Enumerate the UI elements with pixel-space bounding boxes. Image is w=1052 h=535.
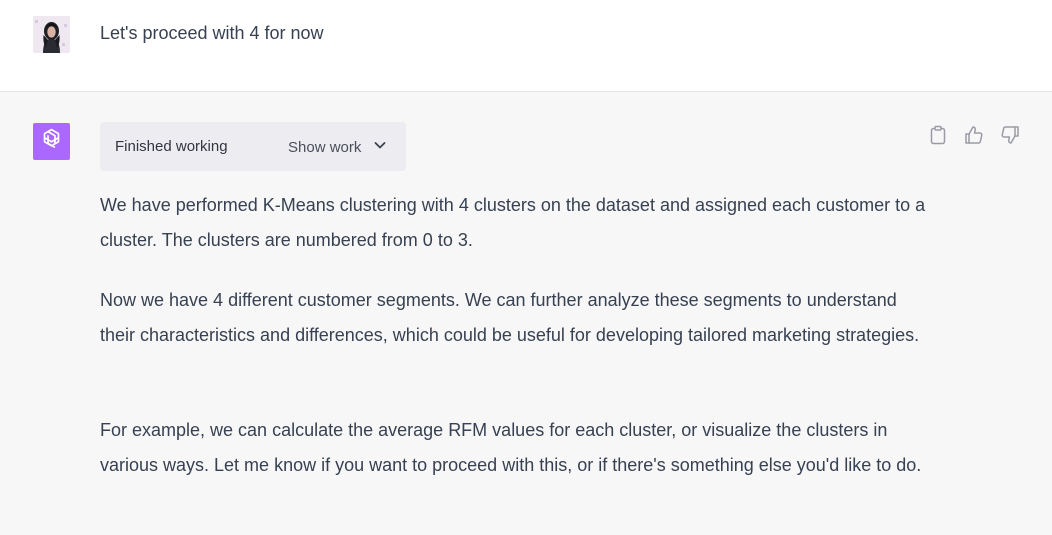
assistant-avatar <box>33 123 70 160</box>
thumbs-down-button[interactable] <box>1000 125 1020 150</box>
thumbs-down-icon <box>1000 125 1020 150</box>
chevron-down-icon <box>373 138 387 156</box>
response-paragraph: We have performed K-Means clustering wit… <box>100 195 926 250</box>
show-work-button[interactable]: Show work <box>288 136 387 158</box>
assistant-message-row: Finished working Show work We have perfo… <box>0 92 1052 535</box>
work-status-panel: Finished working Show work <box>100 122 406 171</box>
show-work-label: Show work <box>288 138 362 156</box>
message-actions <box>928 125 1020 150</box>
user-message-text: Let's proceed with 4 for now <box>100 23 324 43</box>
work-status-label: Finished working <box>115 138 228 155</box>
copy-button[interactable] <box>928 125 948 150</box>
thumbs-up-icon <box>964 125 984 150</box>
thumbs-up-button[interactable] <box>964 125 984 150</box>
user-message-row: Let's proceed with 4 for now <box>0 0 1052 92</box>
response-paragraph: For example, we can calculate the averag… <box>100 420 922 475</box>
clipboard-icon <box>929 125 947 150</box>
openai-logo-icon <box>38 126 65 158</box>
user-avatar <box>33 16 70 53</box>
response-paragraph: Now we have 4 different customer segment… <box>100 290 920 345</box>
